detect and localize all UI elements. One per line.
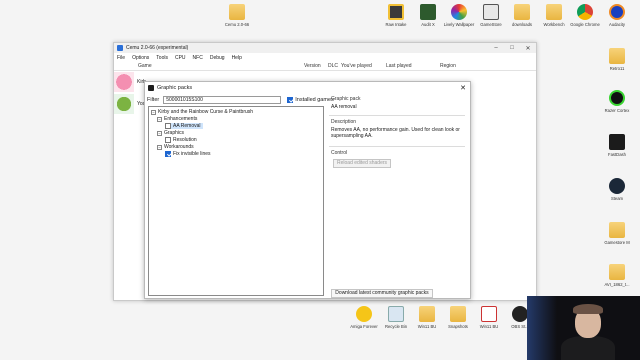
- folder-icon: [419, 306, 435, 322]
- obs-icon: [512, 306, 528, 322]
- steam-icon: [609, 178, 625, 194]
- folder-icon: [609, 48, 625, 64]
- description-value: Removes AA, no performance gain. Used fo…: [331, 127, 460, 139]
- menu-file[interactable]: File: [117, 55, 125, 61]
- col-last-played[interactable]: Last played: [386, 63, 412, 69]
- app-icon: [451, 4, 467, 20]
- presenter-shirt: [561, 336, 615, 360]
- folder-icon: [609, 264, 625, 280]
- control-label: Control: [331, 150, 348, 156]
- tree-item-resolution[interactable]: Resolution: [165, 137, 197, 143]
- description-label: Description: [331, 119, 357, 125]
- menu-nfc[interactable]: NFC: [193, 55, 203, 61]
- close-icon[interactable]: ✕: [456, 84, 470, 92]
- aa-removal-checkbox[interactable]: [165, 123, 171, 129]
- cemu-app-icon: [117, 45, 123, 51]
- desktop-icon-razer[interactable]: Razer Cortex: [597, 90, 637, 113]
- razer-icon: [609, 90, 625, 106]
- collapse-icon[interactable]: −: [157, 130, 162, 136]
- tree-root[interactable]: − Kirby and the Rainbow Curse & Paintbru…: [151, 109, 253, 115]
- collapse-icon[interactable]: −: [157, 116, 162, 122]
- dialog-title: Graphic packs: [157, 85, 193, 91]
- desktop-icon-audacity[interactable]: Audacity: [597, 4, 637, 27]
- graphic-pack-label: Graphic pack: [331, 96, 361, 102]
- col-version[interactable]: Version: [304, 63, 321, 69]
- resolution-checkbox[interactable]: [165, 137, 171, 143]
- dialog-titlebar: Graphic packs ✕: [145, 82, 470, 94]
- installed-games-toggle[interactable]: Installed games: [287, 97, 334, 103]
- desktop-icon-steam[interactable]: Steam: [597, 178, 637, 201]
- background-light: [527, 296, 557, 360]
- desktop-icon-retro[interactable]: Retro11: [597, 48, 637, 71]
- folder-icon: [229, 4, 245, 20]
- fix-invisible-lines-checkbox[interactable]: [165, 151, 171, 157]
- app-icon: [609, 134, 625, 150]
- menu-debug[interactable]: Debug: [210, 55, 225, 61]
- tree-group-graphics[interactable]: − Graphics: [157, 130, 184, 136]
- divider: [329, 115, 465, 116]
- col-game[interactable]: Game: [138, 63, 152, 69]
- game-icon-yoshi[interactable]: [114, 94, 134, 114]
- col-region[interactable]: Region: [440, 63, 456, 69]
- game-list-header: Game Version DLC You've played Last play…: [114, 62, 536, 71]
- cemu-titlebar: Cemu 2.0-66 (experimental) – □ ✕: [114, 43, 536, 53]
- presenter-hair: [573, 304, 603, 314]
- cemu-title: Cemu 2.0-66 (experimental): [126, 45, 189, 51]
- installed-games-label: Installed games: [295, 97, 334, 103]
- menu-options[interactable]: Options: [132, 55, 149, 61]
- desktop-icon-fastdash[interactable]: FastDash: [597, 134, 637, 157]
- installed-games-checkbox[interactable]: [287, 97, 294, 103]
- menu-tools[interactable]: Tools: [156, 55, 168, 61]
- maximize-icon[interactable]: □: [504, 45, 520, 52]
- graphic-pack-tree[interactable]: − Kirby and the Rainbow Curse & Paintbru…: [148, 106, 324, 296]
- menu-help[interactable]: Help: [232, 55, 242, 61]
- download-graphic-packs-button[interactable]: Download latest community graphic packs: [331, 289, 433, 298]
- star-icon: [356, 306, 372, 322]
- collapse-icon[interactable]: −: [151, 109, 156, 115]
- reload-shaders-button[interactable]: Reload edited shaders: [333, 159, 392, 168]
- col-dlc[interactable]: DLC: [328, 63, 338, 69]
- tree-item-aa-removal[interactable]: AA Removal: [165, 123, 203, 129]
- folder-icon: [609, 222, 625, 238]
- desktop-icon-gamestore-m[interactable]: Gamestore M: [597, 222, 637, 245]
- tree-item-fix-invisible-lines[interactable]: Fix invisible lines: [165, 151, 211, 157]
- app-icon: [388, 4, 404, 20]
- col-played[interactable]: You've played: [341, 63, 372, 69]
- chrome-icon: [577, 4, 593, 20]
- details-panel: Graphic pack AA removal Description Remo…: [329, 96, 467, 298]
- minimize-icon[interactable]: –: [488, 45, 504, 52]
- graphic-pack-value: AA removal: [331, 104, 357, 110]
- graphic-packs-icon: [148, 85, 154, 91]
- filter-input[interactable]: 500001015S100: [163, 96, 282, 104]
- joystick-icon: [483, 4, 499, 20]
- folder-icon: [514, 4, 530, 20]
- menu-cpu[interactable]: CPU: [175, 55, 186, 61]
- app-icon: [420, 4, 436, 20]
- desktop-icon-avi[interactable]: AVI_1862_t...: [597, 264, 637, 287]
- filter-row: Filter 500001015S100 Installed games: [147, 96, 334, 104]
- desktop-icon-cemu-folder[interactable]: Cemu 2.0-66: [217, 4, 257, 27]
- webcam-overlay: [527, 296, 640, 360]
- tree-group-workarounds[interactable]: − Workarounds: [157, 144, 194, 150]
- graphic-packs-dialog: Graphic packs ✕ Filter 500001015S100 Ins…: [144, 81, 471, 299]
- window-controls: – □ ✕: [488, 45, 536, 52]
- tree-group-enhancements[interactable]: − Enhancements: [157, 116, 197, 122]
- checkmark-icon: [481, 306, 497, 322]
- game-icon-kirby[interactable]: [114, 72, 134, 92]
- headphones-icon: [609, 4, 625, 20]
- folder-icon: [450, 306, 466, 322]
- folder-icon: [546, 4, 562, 20]
- divider: [329, 146, 465, 147]
- recycle-bin-icon: [388, 306, 404, 322]
- collapse-icon[interactable]: −: [157, 144, 162, 150]
- filter-label: Filter: [147, 97, 160, 103]
- menu-bar: File Options Tools CPU NFC Debug Help: [114, 53, 536, 62]
- close-icon[interactable]: ✕: [520, 45, 536, 52]
